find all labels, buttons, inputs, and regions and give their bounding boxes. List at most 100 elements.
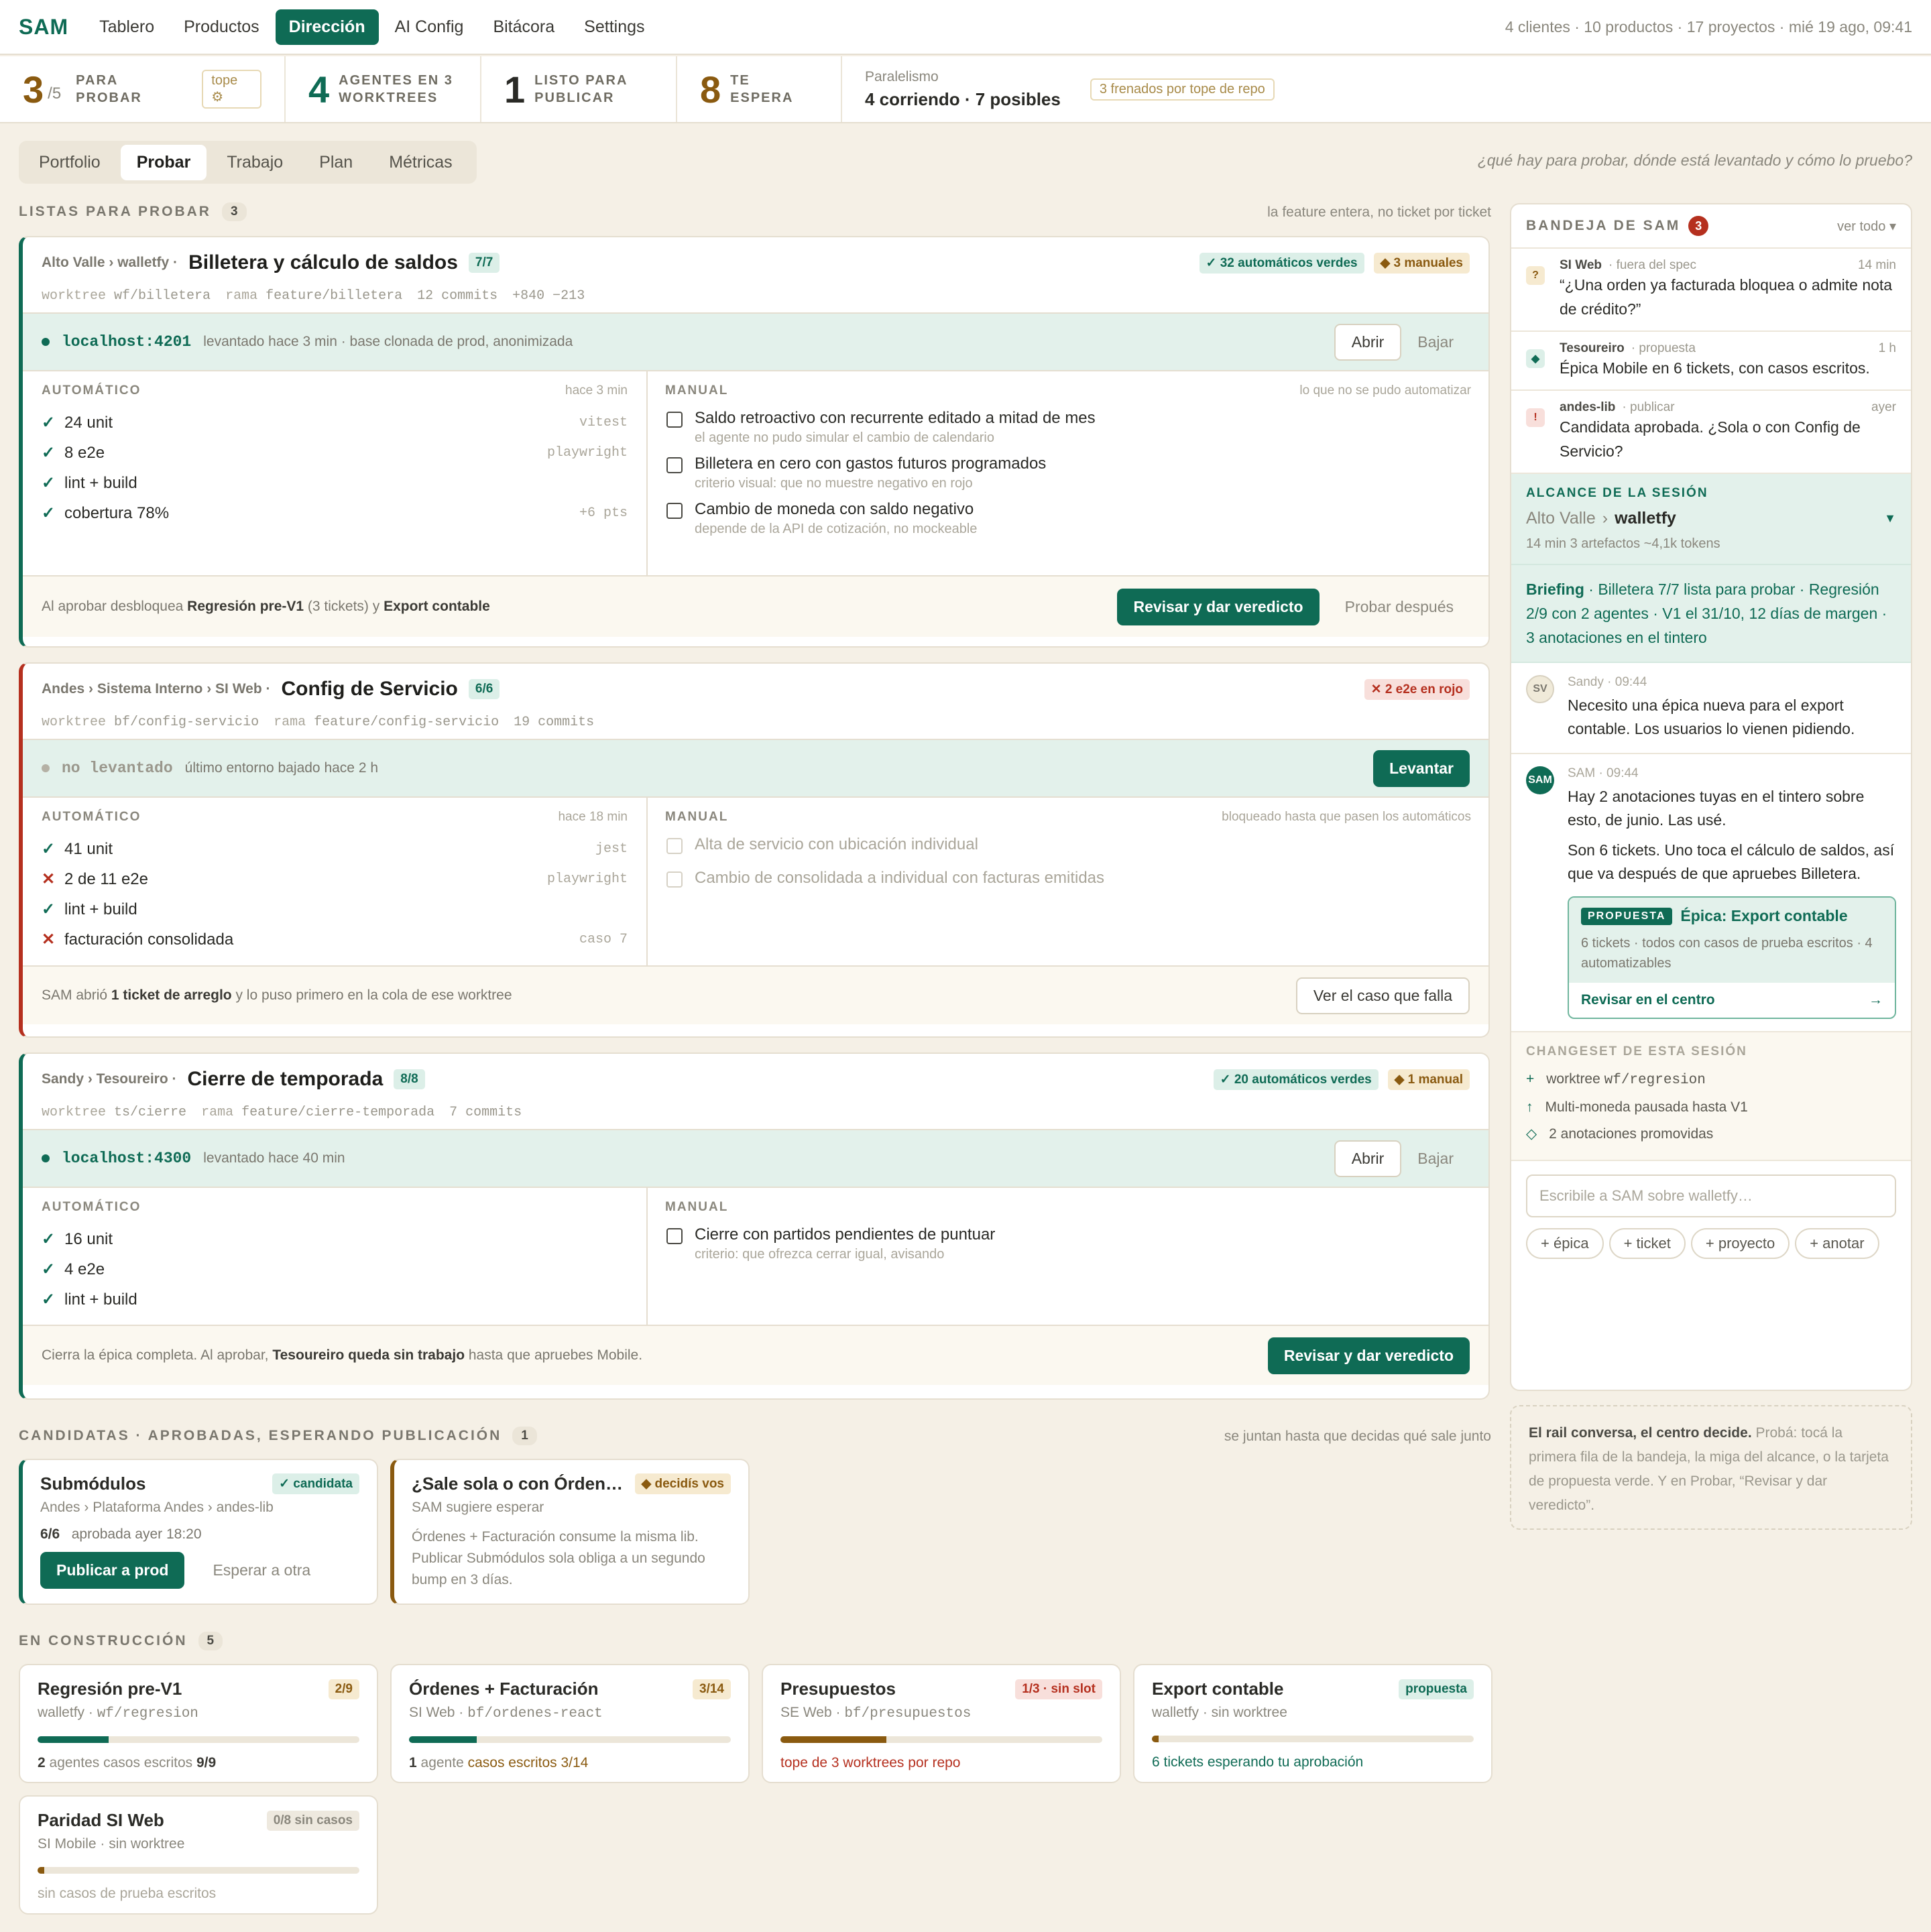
levantar-button[interactable]: Levantar [1373, 749, 1470, 787]
changeset-icon: ↑ [1526, 1099, 1533, 1115]
feature-card-config-servicio: Andes › Sistema Interno › SI Web · Confi… [19, 662, 1490, 1038]
proposal-tag: PROPUESTA [1581, 907, 1673, 925]
revisar-veredicto-button[interactable]: Revisar y dar veredicto [1117, 588, 1320, 625]
manual-row[interactable]: Billetera en cero con gastos futuros pro… [665, 453, 1471, 492]
revisar-centro-button[interactable]: Revisar en el centro → [1569, 983, 1895, 1018]
progress-bar [38, 1867, 359, 1874]
manual-text: Saldo retroactivo con recurrente editado… [695, 408, 1096, 446]
probar-despues-button[interactable]: Probar después [1329, 590, 1470, 624]
status-badge: propuesta [1399, 1679, 1474, 1699]
card-title[interactable]: Billetera y cálculo de saldos [188, 251, 458, 274]
manual-row[interactable]: Cierre con partidos pendientes de puntua… [665, 1224, 1471, 1263]
nav-settings[interactable]: Settings [571, 9, 658, 45]
inbox-time: ayer [1871, 400, 1896, 414]
card-footer: SAM abrió 1 ticket de arreglo y lo puso … [23, 967, 1488, 1024]
chevron-down-icon[interactable]: ▼ [1884, 511, 1896, 526]
chat-input[interactable]: Escribile a SAM sobre walletfy… [1526, 1174, 1896, 1217]
tab-plan[interactable]: Plan [303, 145, 369, 180]
abrir-button[interactable]: Abrir [1334, 323, 1402, 361]
footer-text: Cierra la épica completa. Al aprobar, Te… [42, 1347, 643, 1363]
manual-row[interactable]: Saldo retroactivo con recurrente editado… [665, 408, 1471, 446]
brand-logo[interactable]: SAM [19, 15, 68, 40]
stat-of: /5 [48, 84, 62, 103]
nav-productos[interactable]: Productos [170, 9, 273, 45]
nav-tablero[interactable]: Tablero [86, 9, 168, 45]
construction-card[interactable]: Export contable propuesta walletfy · sin w… [1133, 1664, 1493, 1783]
card-subtitle-text: walletfy · sin worktree [1152, 1705, 1287, 1720]
inbox-item[interactable]: ! andes-lib · publicar ayer Candidata aproba… [1511, 391, 1911, 474]
card-breadcrumb[interactable]: Andes › Sistema Interno › SI Web · [42, 681, 271, 697]
abrir-button[interactable]: Abrir [1334, 1140, 1402, 1177]
bajar-button[interactable]: Bajar [1401, 1142, 1470, 1176]
ver-todo-button[interactable]: ver todo ▾ [1837, 218, 1896, 235]
inbox-tag: · propuesta [1631, 341, 1696, 355]
construction-card[interactable]: Presupuestos 1/3 · sin slot SE Web · bf/pr… [762, 1664, 1121, 1783]
view-tabs: Portfolio Probar Trabajo Plan Métricas [19, 141, 477, 184]
tope-button[interactable]: tope ⚙ [202, 70, 261, 109]
card-title[interactable]: Cierre de temporada [187, 1068, 383, 1091]
tab-probar[interactable]: Probar [120, 144, 207, 180]
env-row: localhost:4300 levantado hace 40 min Abr… [23, 1129, 1488, 1188]
bajar-button[interactable]: Bajar [1401, 325, 1470, 359]
inbox-item[interactable]: ? SI Web · fuera del spec 14 min “¿Una orden… [1511, 249, 1911, 332]
progress-fill [409, 1736, 477, 1743]
ver-caso-button[interactable]: Ver el caso que falla [1295, 977, 1470, 1014]
stat-agentes[interactable]: 4 AGENTES EN 3 WORKTREES [286, 56, 481, 122]
avatar: SAM [1526, 766, 1554, 794]
nav-bitacora[interactable]: Bitácora [479, 9, 568, 45]
stat-te-espera[interactable]: 8 TE ESPERA [677, 56, 842, 122]
manual-item: Alta de servicio con ubicación individua… [695, 835, 978, 853]
env-host-link[interactable]: localhost:4201 [62, 333, 191, 351]
tab-trabajo[interactable]: Trabajo [211, 145, 299, 180]
env-host-link[interactable]: localhost:4300 [62, 1150, 191, 1167]
esperar-button[interactable]: Esperar a otra [196, 1553, 327, 1587]
revisar-veredicto-button[interactable]: Revisar y dar veredicto [1267, 1337, 1470, 1374]
chat-msg-sam: SAM SAM · 09:44 Hay 2 anotaciones tuyas … [1511, 754, 1911, 1032]
session-scope[interactable]: ALCANCE DE LA SESIÓN Alto Valle › wallet… [1511, 474, 1911, 565]
scope-client[interactable]: Alto Valle [1526, 509, 1596, 528]
section-hint: se juntan hasta que decidas qué sale jun… [1224, 1429, 1491, 1444]
changeset-item: ◇ 2 anotaciones promovidas [1526, 1121, 1896, 1148]
manual-item: Cambio de consolidada a individual con f… [695, 869, 1105, 887]
stat-listo[interactable]: 1 LISTO PARA PUBLICAR [481, 56, 677, 122]
auto-check-label: 4 e2e [64, 1260, 105, 1278]
auto-check-label: lint + build [64, 473, 137, 492]
inbox-item[interactable]: ◆ Tesoureiro · propuesta 1 h Épica Mobile en… [1511, 332, 1911, 391]
inbox-sender: Tesoureiro [1560, 341, 1625, 355]
manual-checkbox[interactable] [666, 503, 683, 519]
tab-portfolio[interactable]: Portfolio [23, 145, 117, 180]
construction-card[interactable]: Paridad SI Web 0/8 sin casos SI Mobile · s… [19, 1795, 378, 1915]
construction-card[interactable]: Órdenes + Facturación 3/14 SI Web · bf/ord… [390, 1664, 750, 1783]
manual-item: Saldo retroactivo con recurrente editado… [695, 409, 1096, 427]
check-icon: ✓ [42, 900, 56, 918]
quick-action-pill[interactable]: + épica [1526, 1228, 1604, 1259]
manual-criteria: el agente no pudo simular el cambio de c… [695, 430, 994, 445]
card-breadcrumb[interactable]: Sandy › Tesoureiro · [42, 1071, 176, 1087]
card-breadcrumb[interactable]: Alto Valle › walletfy · [42, 255, 178, 271]
quick-action-pill[interactable]: + anotar [1795, 1228, 1879, 1259]
card-title[interactable]: Config de Servicio [282, 678, 458, 701]
manual-checkbox[interactable] [666, 412, 683, 428]
changeset-text: 2 anotaciones promovidas [1549, 1126, 1714, 1142]
footer-text: sin casos de prueba escritos [38, 1886, 217, 1901]
quick-action-pill[interactable]: + ticket [1608, 1228, 1686, 1259]
ratio-badge: 8/8 [394, 1069, 425, 1089]
tab-metricas[interactable]: Métricas [373, 145, 468, 180]
quick-action-pill[interactable]: + proyecto [1690, 1228, 1790, 1259]
stat-para-probar[interactable]: 3 /5 PARA PROBAR tope ⚙ [0, 56, 286, 122]
agent-count: 2 [38, 1755, 46, 1770]
scope-product[interactable]: walletfy [1615, 509, 1676, 528]
manual-checkbox[interactable] [666, 457, 683, 473]
proposal-card[interactable]: PROPUESTA Épica: Export contable 6 ticket… [1568, 896, 1896, 1019]
card-title[interactable]: Submódulos [40, 1473, 145, 1494]
auto-check-row: ✓ 41 unit jest [42, 834, 628, 864]
manual-row[interactable]: Cambio de moneda con saldo negativo depen… [665, 499, 1471, 538]
publicar-prod-button[interactable]: Publicar a prod [40, 1552, 185, 1589]
construction-card[interactable]: Regresión pre-V1 2/9 walletfy · wf/regresi… [19, 1664, 378, 1783]
decision-badge: ◆ decidís vos [634, 1473, 731, 1494]
decision-card[interactable]: ¿Sale sola o con Órden… ◆ decidís vos SAM… [390, 1459, 750, 1605]
nav-direccion[interactable]: Dirección [275, 9, 379, 45]
inbox-time: 14 min [1857, 258, 1896, 272]
manual-checkbox[interactable] [666, 1228, 683, 1244]
nav-ai-config[interactable]: AI Config [382, 9, 477, 45]
